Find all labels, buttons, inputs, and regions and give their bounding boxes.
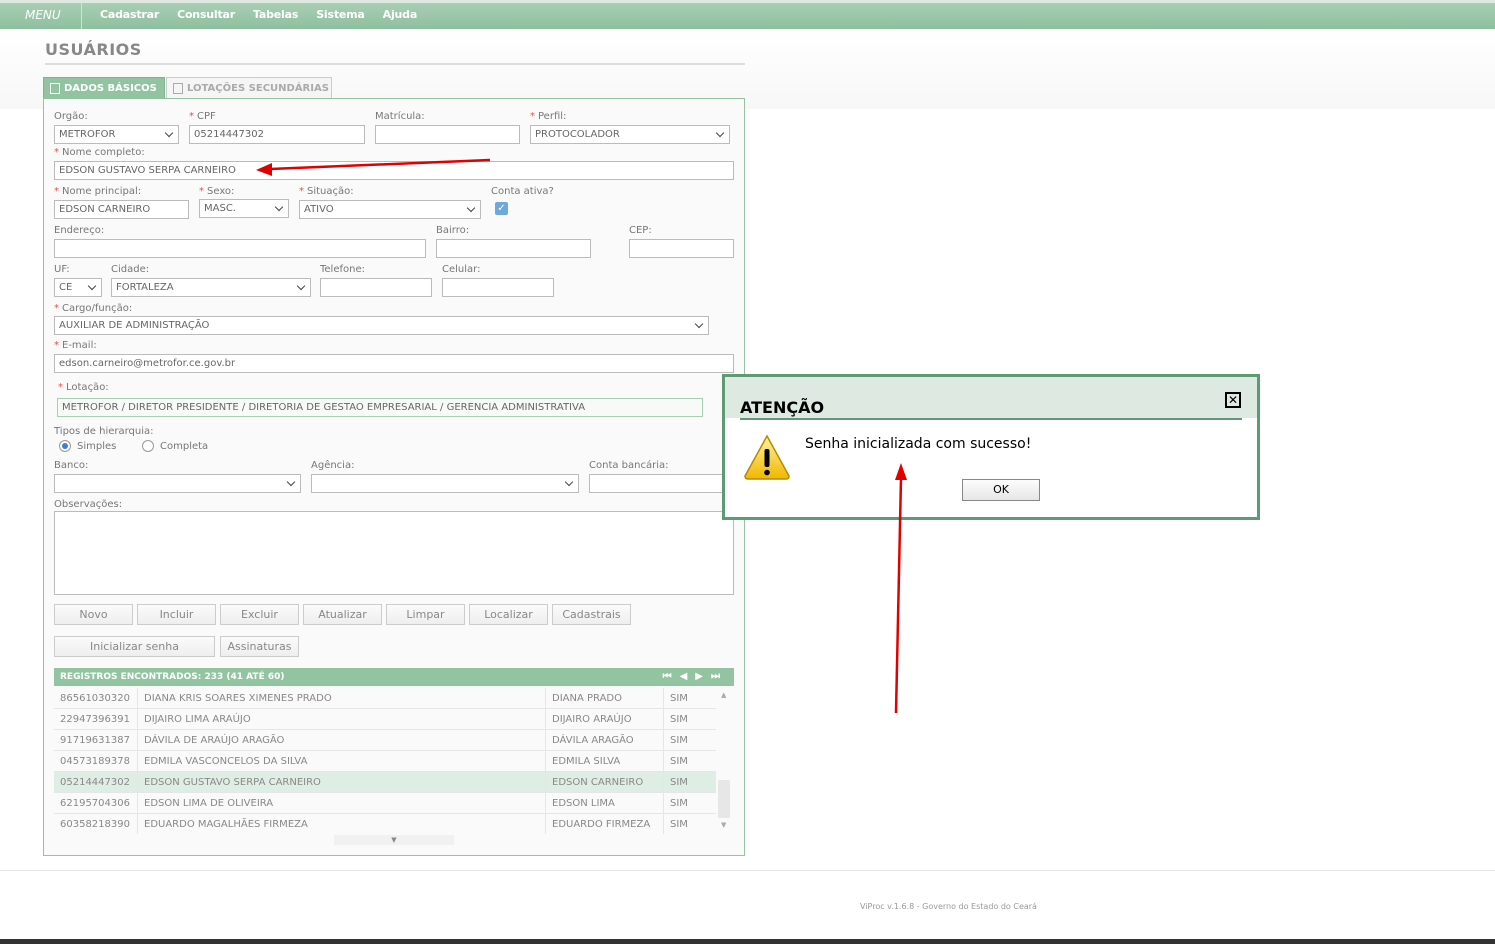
annotation-arrows — [256, 158, 907, 714]
annotation-arrow-message — [894, 463, 907, 714]
annotation-arrow-name — [256, 158, 491, 176]
